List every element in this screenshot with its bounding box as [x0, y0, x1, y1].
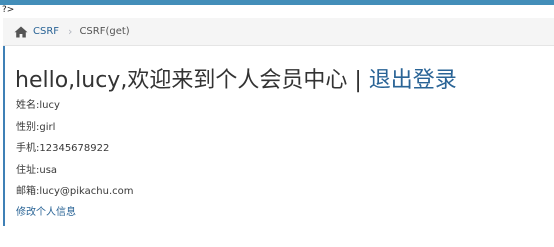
profile-label: 姓名:: [16, 100, 40, 111]
profile-info: 姓名:lucy 性别:girl 手机:12345678922 住址:usa 邮箱…: [16, 99, 134, 207]
profile-label: 性别:: [16, 121, 40, 133]
profile-row-phone: 手机:12345678922: [16, 142, 134, 164]
logout-link[interactable]: 退出登录: [369, 68, 457, 93]
content-left-border: [3, 46, 5, 226]
home-icon[interactable]: [14, 26, 28, 38]
profile-value: girl: [39, 121, 56, 133]
top-accent-strip: [0, 0, 554, 5]
breadcrumb: CSRF › CSRF(get): [3, 18, 554, 46]
profile-row-gender: 性别:girl: [16, 121, 134, 143]
breadcrumb-link-csrf[interactable]: CSRF: [33, 26, 59, 37]
profile-value: lucy: [39, 100, 60, 111]
profile-value: usa: [39, 164, 58, 176]
profile-row-email: 邮箱:lucy@pikachu.com: [16, 185, 134, 207]
title-divider: |: [354, 68, 362, 93]
profile-row-name: 姓名:lucy: [16, 99, 134, 121]
profile-value: lucy@pikachu.com: [39, 186, 134, 198]
profile-row-address: 住址:usa: [16, 164, 134, 186]
page-title: hello,lucy,欢迎来到个人会员中心 | 退出登录: [15, 64, 457, 98]
profile-value: 12345678922: [39, 143, 110, 155]
profile-label: 住址:: [16, 164, 40, 176]
breadcrumb-current: CSRF(get): [79, 26, 130, 37]
profile-label: 邮箱:: [16, 186, 40, 198]
breadcrumb-separator: ›: [68, 25, 73, 38]
welcome-text: hello,lucy,欢迎来到个人会员中心: [15, 68, 348, 93]
profile-label: 手机:: [16, 143, 40, 155]
stray-php-tag: ?>: [2, 5, 15, 15]
edit-profile-link[interactable]: 修改个人信息: [16, 206, 76, 220]
